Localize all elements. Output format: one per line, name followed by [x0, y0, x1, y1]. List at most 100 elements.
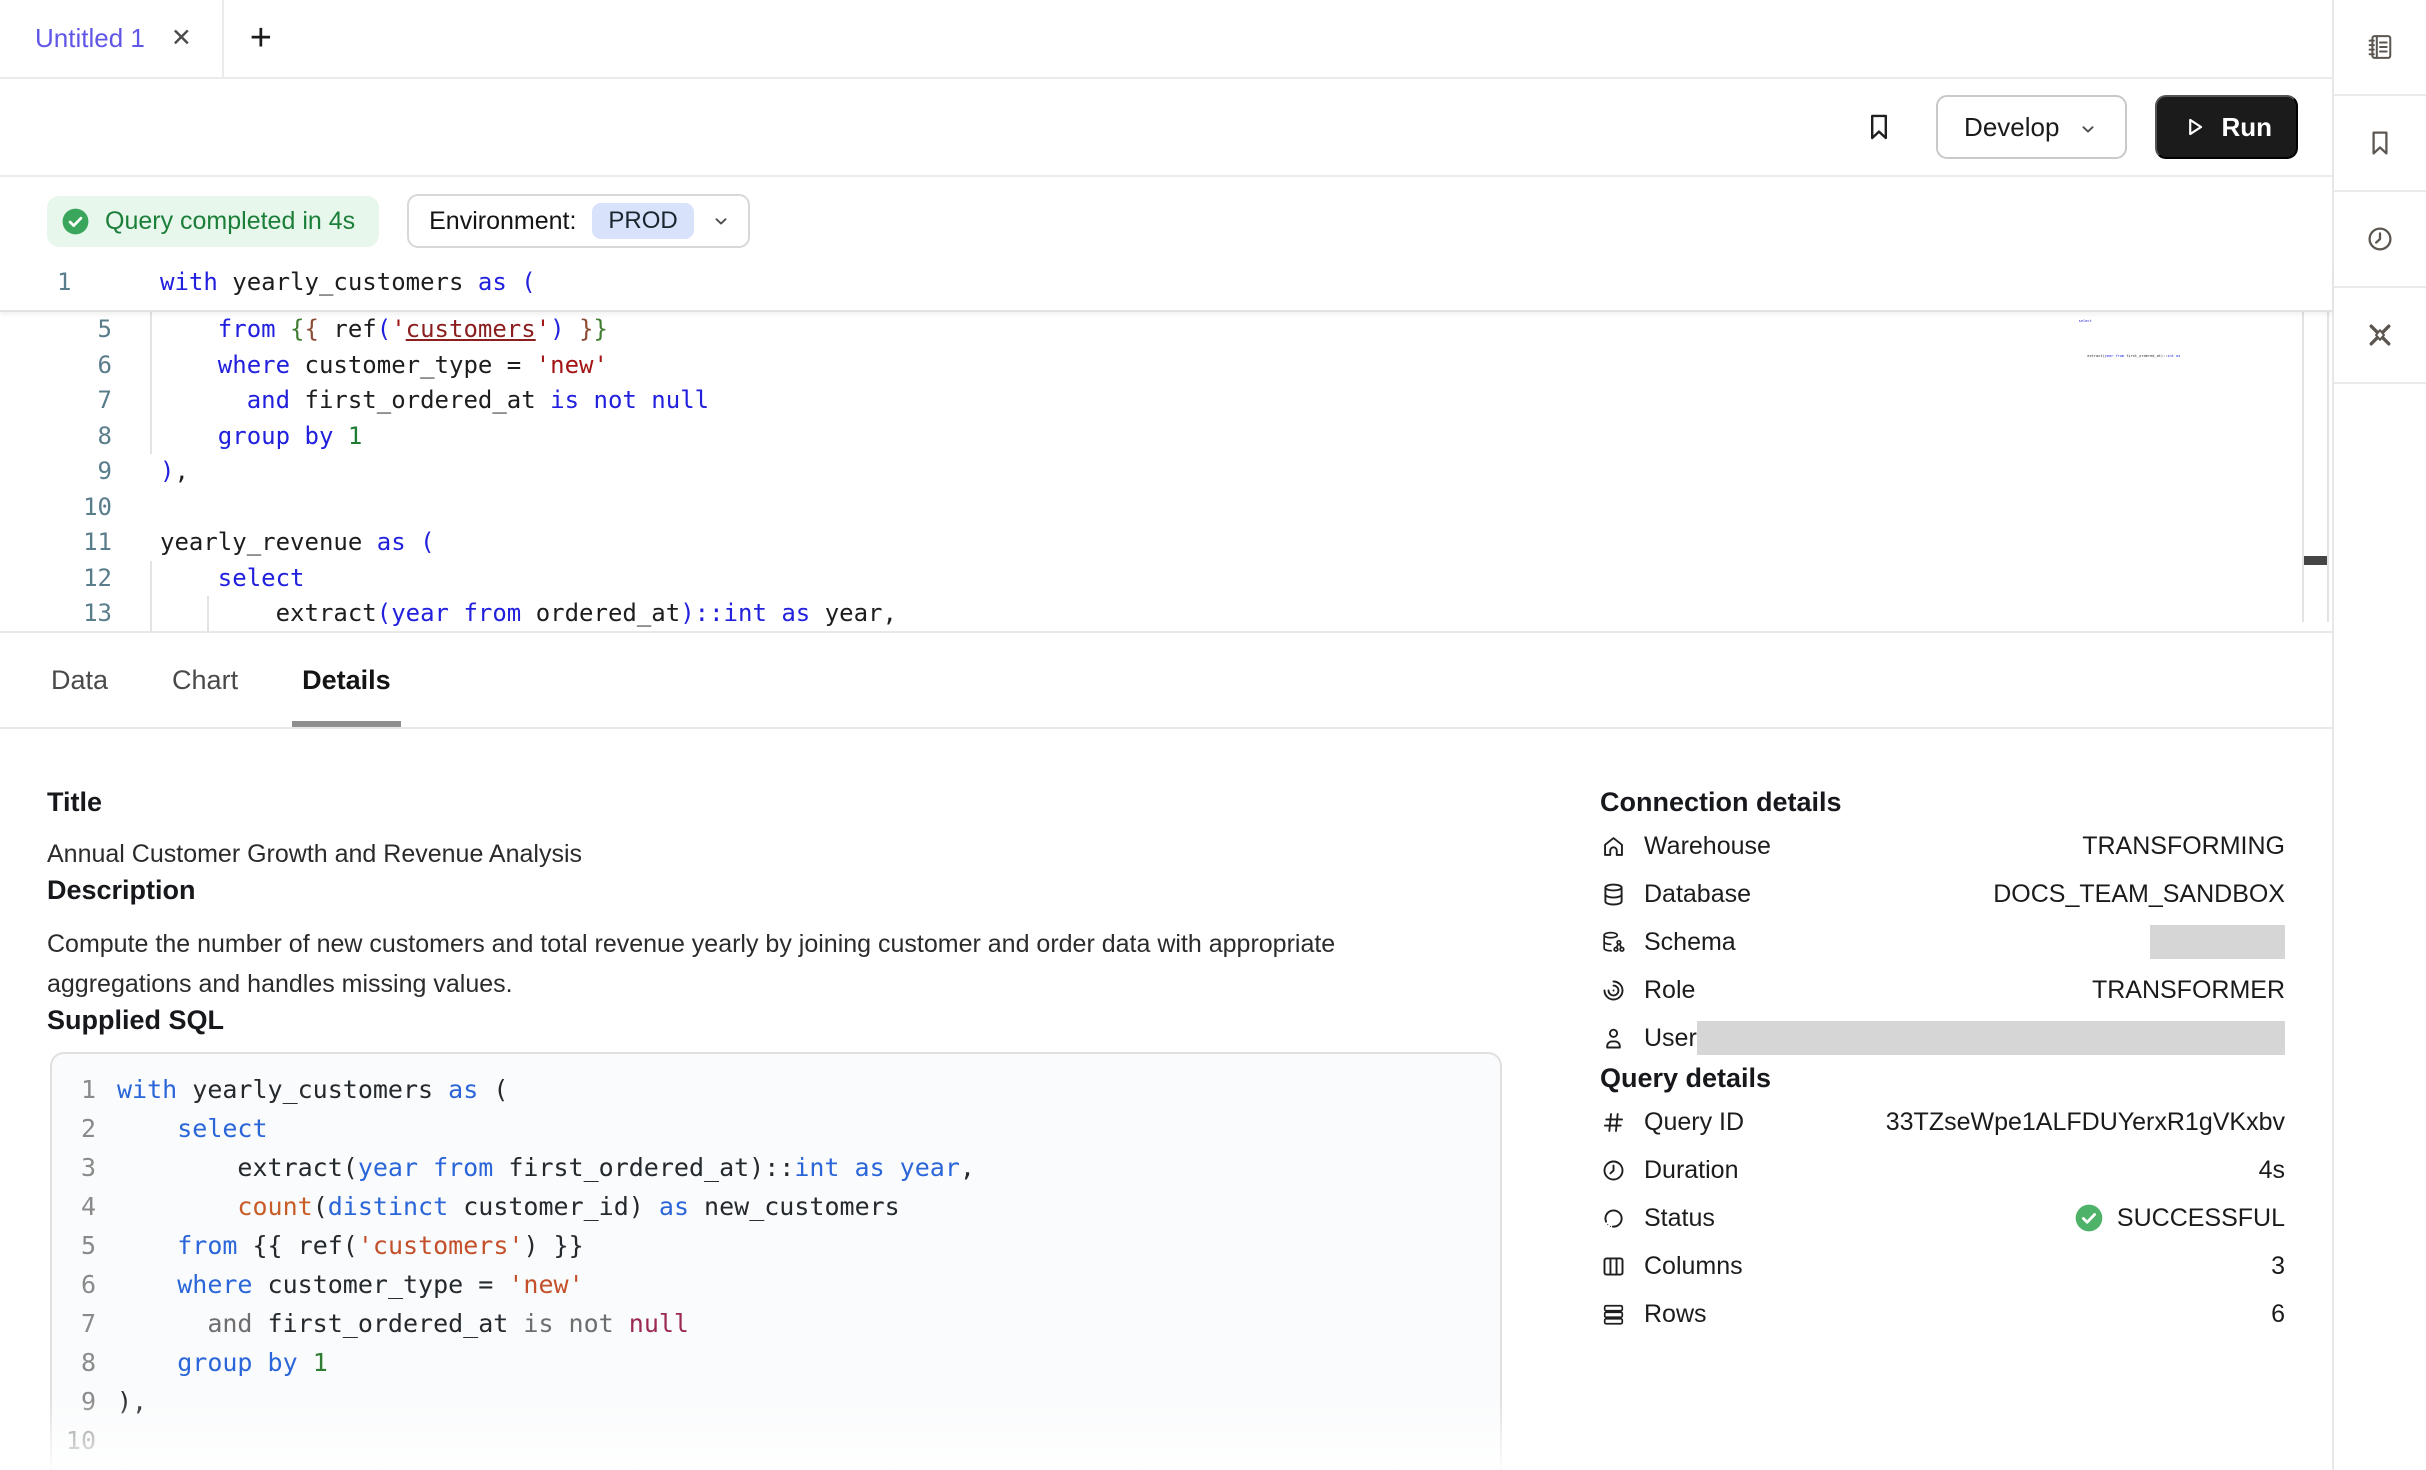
detail-value: 3	[2271, 1252, 2285, 1281]
line-number: 3	[52, 1148, 96, 1187]
environment-selector[interactable]: Environment: PROD	[407, 194, 750, 248]
query-details-heading: Query details	[1600, 1062, 2285, 1094]
description-value: Compute the number of new customers and …	[47, 924, 1392, 1004]
rail-button-bookmark[interactable]	[2334, 96, 2426, 192]
new-tab-button[interactable]: +	[224, 0, 298, 77]
rail-button-history[interactable]	[2334, 192, 2426, 288]
app-window: Untitled 1 ✕ + Develop Run Query com	[0, 0, 2426, 1470]
line-number: 4	[52, 1187, 96, 1226]
line-number: 8	[52, 1343, 96, 1382]
query-rows: Query ID 33TZseWpe1ALFDUYerxR1gVKxbv Durat…	[1600, 1098, 2285, 1338]
notebook-icon	[2364, 31, 2396, 63]
details-right-column: Connection details WarehouseTRANSFORMING…	[1600, 729, 2285, 1338]
detail-label: Query ID	[1644, 1108, 1744, 1137]
close-icon[interactable]: ✕	[171, 26, 192, 51]
detail-label: Warehouse	[1644, 832, 1771, 861]
detail-row-role: RoleTRANSFORMER	[1600, 966, 2285, 1014]
scrollbar-thumb[interactable]	[2304, 556, 2327, 565]
line-number: 1	[52, 1070, 96, 1109]
detail-label: User	[1644, 1024, 1697, 1053]
line-number: 7	[52, 1304, 96, 1343]
code-line: 12 select	[0, 561, 2332, 597]
tab-untitled-1[interactable]: Untitled 1 ✕	[0, 0, 224, 77]
role-icon	[1600, 977, 1627, 1004]
details-left-column: Title Annual Customer Growth and Revenue…	[47, 729, 1507, 1470]
rail-button-notebook[interactable]	[2334, 0, 2426, 96]
line-number: 13	[0, 596, 112, 632]
code-line: 8 group by 1	[0, 419, 2332, 455]
detail-label: Columns	[1644, 1252, 1743, 1281]
code-line: 6 where customer_type = 'new'	[52, 1265, 1500, 1304]
rows-icon	[1600, 1301, 1627, 1328]
code-line: 11yearly_revenue as (	[0, 525, 2332, 561]
code-line: 10	[0, 490, 2332, 526]
develop-dropdown[interactable]: Develop	[1936, 95, 2127, 159]
detail-value: DOCS_TEAM_SANDBOX	[1993, 880, 2285, 909]
detail-row-warehouse: Warehouse TRANSFORMING	[1600, 822, 2285, 870]
sql-editor[interactable]: 1with yearly_customers as ( 5 from {{ re…	[0, 265, 2332, 633]
line-number: 12	[0, 561, 112, 597]
line-number: 9	[0, 454, 112, 490]
supplied-sql-heading: Supplied SQL	[47, 1004, 1507, 1036]
bookmark-icon[interactable]	[1862, 110, 1896, 144]
code-line: 9),	[52, 1382, 1500, 1421]
detail-row-schema: Schema	[1600, 918, 2285, 966]
line-number: 7	[0, 383, 112, 419]
tab-chart[interactable]: Chart	[168, 633, 242, 727]
detail-row-duration: Duration 4s	[1600, 1146, 2285, 1194]
line-number: 6	[52, 1265, 96, 1304]
develop-label: Develop	[1964, 112, 2059, 143]
chevron-down-icon	[710, 210, 732, 232]
editor-scrollbar[interactable]	[2302, 275, 2329, 622]
line-number: 1	[0, 265, 112, 301]
columns-icon	[1600, 1253, 1627, 1280]
code-line: 2 select	[52, 1109, 1500, 1148]
run-button[interactable]: Run	[2155, 95, 2298, 159]
tab-details[interactable]: Details	[298, 633, 395, 727]
detail-label: Schema	[1644, 928, 1736, 957]
chevron-down-icon	[2077, 116, 2099, 138]
editor-sticky-line: 1with yearly_customers as (	[0, 265, 2332, 312]
tab-data[interactable]: Data	[47, 633, 112, 727]
code-line: 10	[52, 1421, 1500, 1460]
code-line: count(distinct customer_id) as new_custo…	[2070, 375, 2182, 389]
title-value: Annual Customer Growth and Revenue Analy…	[47, 834, 1507, 874]
line-number: 11	[0, 525, 112, 561]
query-status-text: Query completed in 4s	[105, 207, 355, 236]
line-number: 9	[52, 1382, 96, 1421]
environment-value: PROD	[592, 203, 693, 239]
detail-row-rows: Rows6	[1600, 1290, 2285, 1338]
detail-value: 4s	[2259, 1156, 2285, 1185]
indent-guide	[207, 596, 209, 632]
duration-icon	[1600, 1157, 1627, 1184]
history-icon	[2364, 223, 2396, 255]
tab-label: Untitled 1	[35, 23, 145, 54]
detail-label: Role	[1644, 976, 1695, 1005]
detail-value: 6	[2271, 1300, 2285, 1329]
connection-rows: Warehouse TRANSFORMING Database DOCS_TEAM_S…	[1600, 822, 2285, 1062]
detail-row-database: Database DOCS_TEAM_SANDBOX	[1600, 870, 2285, 918]
detail-value: 33TZseWpe1ALFDUYerxR1gVKxbv	[1886, 1108, 2285, 1137]
environment-label: Environment:	[429, 207, 576, 236]
run-label: Run	[2221, 112, 2272, 143]
detail-value: SUCCESSFUL	[2117, 1204, 2285, 1233]
redacted-value	[2150, 925, 2285, 959]
toolbar: Develop Run	[0, 79, 2332, 177]
check-circle-icon	[60, 206, 91, 237]
code-line: 5 from {{ ref('customers') }}	[52, 1226, 1500, 1265]
detail-row-user: User	[1600, 1014, 2285, 1062]
line-number: 8	[0, 419, 112, 455]
supplied-sql-codeblock: 1with yearly_customers as (2 select3 ext…	[50, 1052, 1502, 1470]
detail-label: Database	[1644, 880, 1751, 909]
indent-guide	[150, 561, 152, 632]
code-line: 1with yearly_customers as (	[52, 1070, 1500, 1109]
bookmark-icon	[2364, 127, 2396, 159]
rail-button-copilot[interactable]	[2334, 288, 2426, 384]
line-number: 5	[0, 312, 112, 348]
detail-row-status: Status SUCCESSFUL	[1600, 1194, 2285, 1242]
code-line: extract(year from first_ordered_at)::int…	[2070, 339, 2182, 375]
detail-value: TRANSFORMING	[2082, 832, 2285, 861]
database-icon	[1600, 881, 1627, 908]
detail-label: Status	[1644, 1204, 1715, 1233]
detail-label: Duration	[1644, 1156, 1739, 1185]
